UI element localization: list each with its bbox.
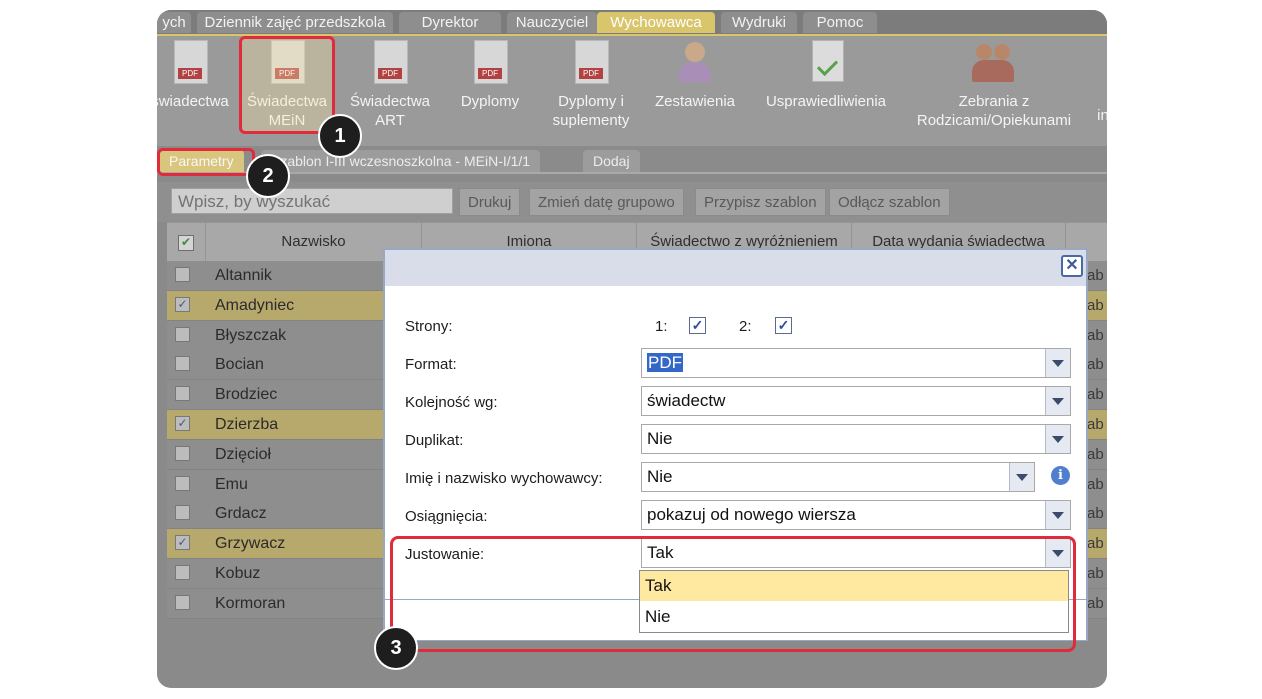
menu-item-pomoc[interactable]: Pomoc xyxy=(803,12,877,33)
menu-item-partial[interactable]: ych xyxy=(157,12,191,33)
highlight-box-justowanie xyxy=(390,536,1076,652)
menu-item-nauczyciel[interactable]: Nauczyciel xyxy=(507,12,597,33)
chevron-down-icon[interactable] xyxy=(1045,501,1070,529)
row-date-fragment: ab xyxy=(1087,356,1104,374)
row-surname: Dzięcioł xyxy=(215,445,272,463)
row-surname: Altannik xyxy=(215,267,272,284)
chevron-down-icon[interactable] xyxy=(1045,387,1070,415)
menu-item-wychowawca[interactable]: Wychowawca xyxy=(597,12,715,33)
row-checkbox[interactable] xyxy=(175,356,190,372)
row-date-fragment: ab xyxy=(1087,326,1104,344)
chevron-down-icon[interactable] xyxy=(1009,463,1034,491)
row-checkbox[interactable]: ✓ xyxy=(175,296,190,312)
select-all-icon[interactable]: ✔ xyxy=(167,223,206,261)
pdf-doc-icon: PDF xyxy=(569,40,613,86)
strony-label: Strony: xyxy=(405,318,453,335)
search-input[interactable]: Wpisz, by wyszukać xyxy=(171,188,453,214)
row-checkbox[interactable] xyxy=(175,267,190,282)
row-checkbox[interactable] xyxy=(175,475,190,491)
chevron-down-icon[interactable] xyxy=(1045,425,1070,453)
pdf-doc-icon: PDF xyxy=(368,40,412,86)
row-surname: Dzierzba xyxy=(215,416,279,433)
step-badge-2: 2 xyxy=(246,154,290,198)
row-surname: Grzywacz xyxy=(215,535,286,553)
assign-template-button[interactable]: Przypisz szablon xyxy=(695,188,826,216)
close-icon[interactable]: ✕ xyxy=(1061,255,1083,277)
ribbon-usprawiedliwienia[interactable]: Usprawiedliwienia xyxy=(757,40,895,111)
print-button[interactable]: Drukuj xyxy=(459,188,521,216)
step-badge-3: 3 xyxy=(374,626,418,670)
row-checkbox[interactable] xyxy=(175,594,190,610)
row-date-fragment: ab xyxy=(1087,535,1104,553)
row-surname: Brodziec xyxy=(215,386,278,404)
row-date-fragment: ab xyxy=(1087,296,1104,314)
row-date-fragment: ab xyxy=(1087,594,1104,612)
kolejnosc-label: Kolejność wg: xyxy=(405,394,498,411)
tab-bar: Parametry Szablon I-III wczesnoszkolna -… xyxy=(157,146,1107,174)
ribbon-zebrania[interactable]: Zebrania z Rodzicami/Opiekunami xyxy=(909,40,1079,130)
highlight-box-parametry xyxy=(157,148,255,176)
change-date-button[interactable]: Zmień datę grupowo xyxy=(529,188,684,216)
ribbon-swiadectwa-art[interactable]: PDF Świadectwa ART xyxy=(343,40,437,130)
strony-1-label: 1: xyxy=(655,318,668,335)
pdf-doc-icon: PDF xyxy=(168,40,212,86)
person-chart-icon xyxy=(673,40,717,86)
strony-2-checkbox[interactable]: ✓ xyxy=(775,317,792,334)
duplikat-label: Duplikat: xyxy=(405,432,464,449)
strony-2-label: 2: xyxy=(739,318,752,335)
row-date-fragment: ab xyxy=(1087,445,1104,463)
highlight-box-swiadectwa-mein xyxy=(239,36,335,134)
format-select[interactable]: PDF xyxy=(641,348,1071,378)
duplikat-select[interactable]: Nie xyxy=(641,424,1071,454)
row-checkbox[interactable] xyxy=(175,565,190,580)
row-surname: Grdacz xyxy=(215,505,267,523)
step-badge-1: 1 xyxy=(318,114,362,158)
menu-item-dziennik[interactable]: Dziennik zajęć przedszkola xyxy=(197,12,393,33)
row-checkbox[interactable] xyxy=(175,386,190,402)
row-checkbox[interactable] xyxy=(175,505,190,521)
grid-toolbar: Wpisz, by wyszukać Drukuj Zmień datę gru… xyxy=(157,182,1107,222)
row-checkbox[interactable]: ✓ xyxy=(175,416,190,431)
row-surname: Bocian xyxy=(215,356,264,374)
row-surname: Kormoran xyxy=(215,594,286,612)
pdf-doc-icon: PDF xyxy=(468,40,512,86)
people-group-icon xyxy=(972,40,1016,86)
row-checkbox[interactable] xyxy=(175,326,190,342)
ribbon-dyplomy[interactable]: PDF Dyplomy xyxy=(449,40,531,111)
tab-dodaj[interactable]: Dodaj xyxy=(583,150,640,172)
dialog-title-bar: ✕ xyxy=(385,250,1086,286)
ribbon-dyplomy-suplementy[interactable]: PDF Dyplomy i suplementy xyxy=(541,40,641,130)
row-checkbox[interactable] xyxy=(175,445,190,461)
imie-wychowawcy-select[interactable]: Nie xyxy=(641,462,1035,492)
row-date-fragment: ab xyxy=(1087,267,1104,284)
row-surname: Kobuz xyxy=(215,565,261,582)
kolejnosc-select[interactable]: świadectw xyxy=(641,386,1071,416)
row-surname: Emu xyxy=(215,475,248,493)
osiagniecia-label: Osiągnięcia: xyxy=(405,508,488,525)
ribbon-item-partial[interactable]: in xyxy=(1093,106,1107,125)
row-date-fragment: ab xyxy=(1087,386,1104,404)
tab-szablon[interactable]: Szablon I-III wczesnoszkolna - MEiN-I/1/… xyxy=(261,150,541,172)
format-label: Format: xyxy=(405,356,457,373)
row-date-fragment: ab xyxy=(1087,416,1104,433)
top-menu: ych Dziennik zajęć przedszkola Dyrektor … xyxy=(157,10,1107,34)
row-surname: Amadyniec xyxy=(215,296,295,314)
chevron-down-icon[interactable] xyxy=(1045,349,1070,377)
row-surname: Błyszczak xyxy=(215,326,287,344)
row-date-fragment: ab xyxy=(1087,475,1104,493)
checklist-doc-icon xyxy=(804,40,848,86)
menu-item-wydruki[interactable]: Wydruki xyxy=(721,12,797,33)
imie-wychowawcy-label: Imię i nazwisko wychowawcy: xyxy=(405,470,603,487)
detach-template-button[interactable]: Odłącz szablon xyxy=(829,188,950,216)
osiagniecia-select[interactable]: pokazuj od nowego wiersza xyxy=(641,500,1071,530)
row-date-fragment: ab xyxy=(1087,565,1104,582)
row-date-fragment: ab xyxy=(1087,505,1104,523)
strony-1-checkbox[interactable]: ✓ xyxy=(689,317,706,334)
ribbon-swiadectwa[interactable]: PDF świadectwa xyxy=(157,40,231,111)
menu-item-dyrektor[interactable]: Dyrektor xyxy=(399,12,501,33)
info-icon[interactable]: i xyxy=(1051,466,1070,485)
row-checkbox[interactable]: ✓ xyxy=(175,535,190,551)
ribbon-zestawienia[interactable]: Zestawienia xyxy=(647,40,743,111)
